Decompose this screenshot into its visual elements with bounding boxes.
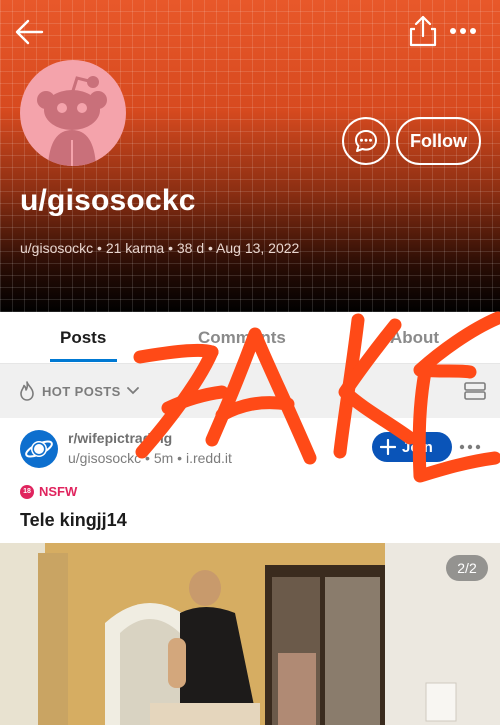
nsfw-tag: 18 NSFW	[20, 484, 77, 499]
arrow-left-icon	[15, 19, 44, 45]
ellipsis-icon	[459, 444, 481, 450]
sort-button[interactable]: HOT POSTS	[18, 381, 139, 401]
active-tab-indicator	[50, 359, 117, 362]
chat-bubble-icon	[355, 130, 377, 152]
flame-icon	[20, 381, 34, 401]
post-meta: u/gisosockc • 5m • i.redd.it	[68, 450, 232, 466]
join-label: Join	[402, 438, 433, 456]
join-button[interactable]: Join	[372, 432, 452, 462]
tab-comments[interactable]: Comments	[198, 328, 286, 348]
post-options-button[interactable]	[458, 440, 482, 452]
profile-tabs: Posts Comments About	[0, 312, 500, 364]
post-image[interactable]: 2/2	[0, 543, 500, 725]
tab-about[interactable]: About	[390, 328, 439, 348]
snoo-avatar-icon	[37, 76, 107, 166]
nsfw-label: NSFW	[39, 484, 78, 499]
card-layout-icon	[464, 382, 486, 400]
subreddit-icon[interactable]	[20, 430, 58, 468]
profile-username: u/gisosockc	[20, 184, 196, 217]
planet-icon	[25, 440, 53, 458]
follow-button[interactable]: Follow	[396, 117, 481, 165]
view-layout-button[interactable]	[464, 382, 486, 400]
sort-label: HOT POSTS	[42, 383, 121, 399]
profile-meta: u/gisosockc • 21 karma • 38 d • Aug 13, …	[20, 240, 300, 256]
subreddit-name[interactable]: r/wifepictrading	[68, 430, 172, 446]
share-icon	[409, 15, 437, 47]
photo-scene	[0, 543, 500, 725]
post-title[interactable]: Tele kingjj14	[20, 510, 127, 531]
back-button[interactable]	[12, 14, 48, 50]
chevron-down-icon	[126, 387, 139, 395]
avatar[interactable]	[20, 60, 126, 166]
chat-button[interactable]	[342, 117, 390, 165]
tab-posts[interactable]: Posts	[60, 328, 106, 348]
image-counter: 2/2	[446, 555, 488, 581]
post-card[interactable]: r/wifepictrading u/gisosockc • 5m • i.re…	[0, 418, 500, 725]
profile-header: Follow u/gisosockc u/gisosockc • 21 karm…	[0, 0, 500, 312]
plus-icon	[380, 439, 396, 455]
ellipsis-icon	[450, 28, 476, 34]
nsfw-badge-icon: 18	[20, 484, 34, 499]
share-button[interactable]	[406, 14, 440, 48]
more-options-button[interactable]	[446, 18, 480, 44]
sort-bar: HOT POSTS	[0, 364, 500, 418]
